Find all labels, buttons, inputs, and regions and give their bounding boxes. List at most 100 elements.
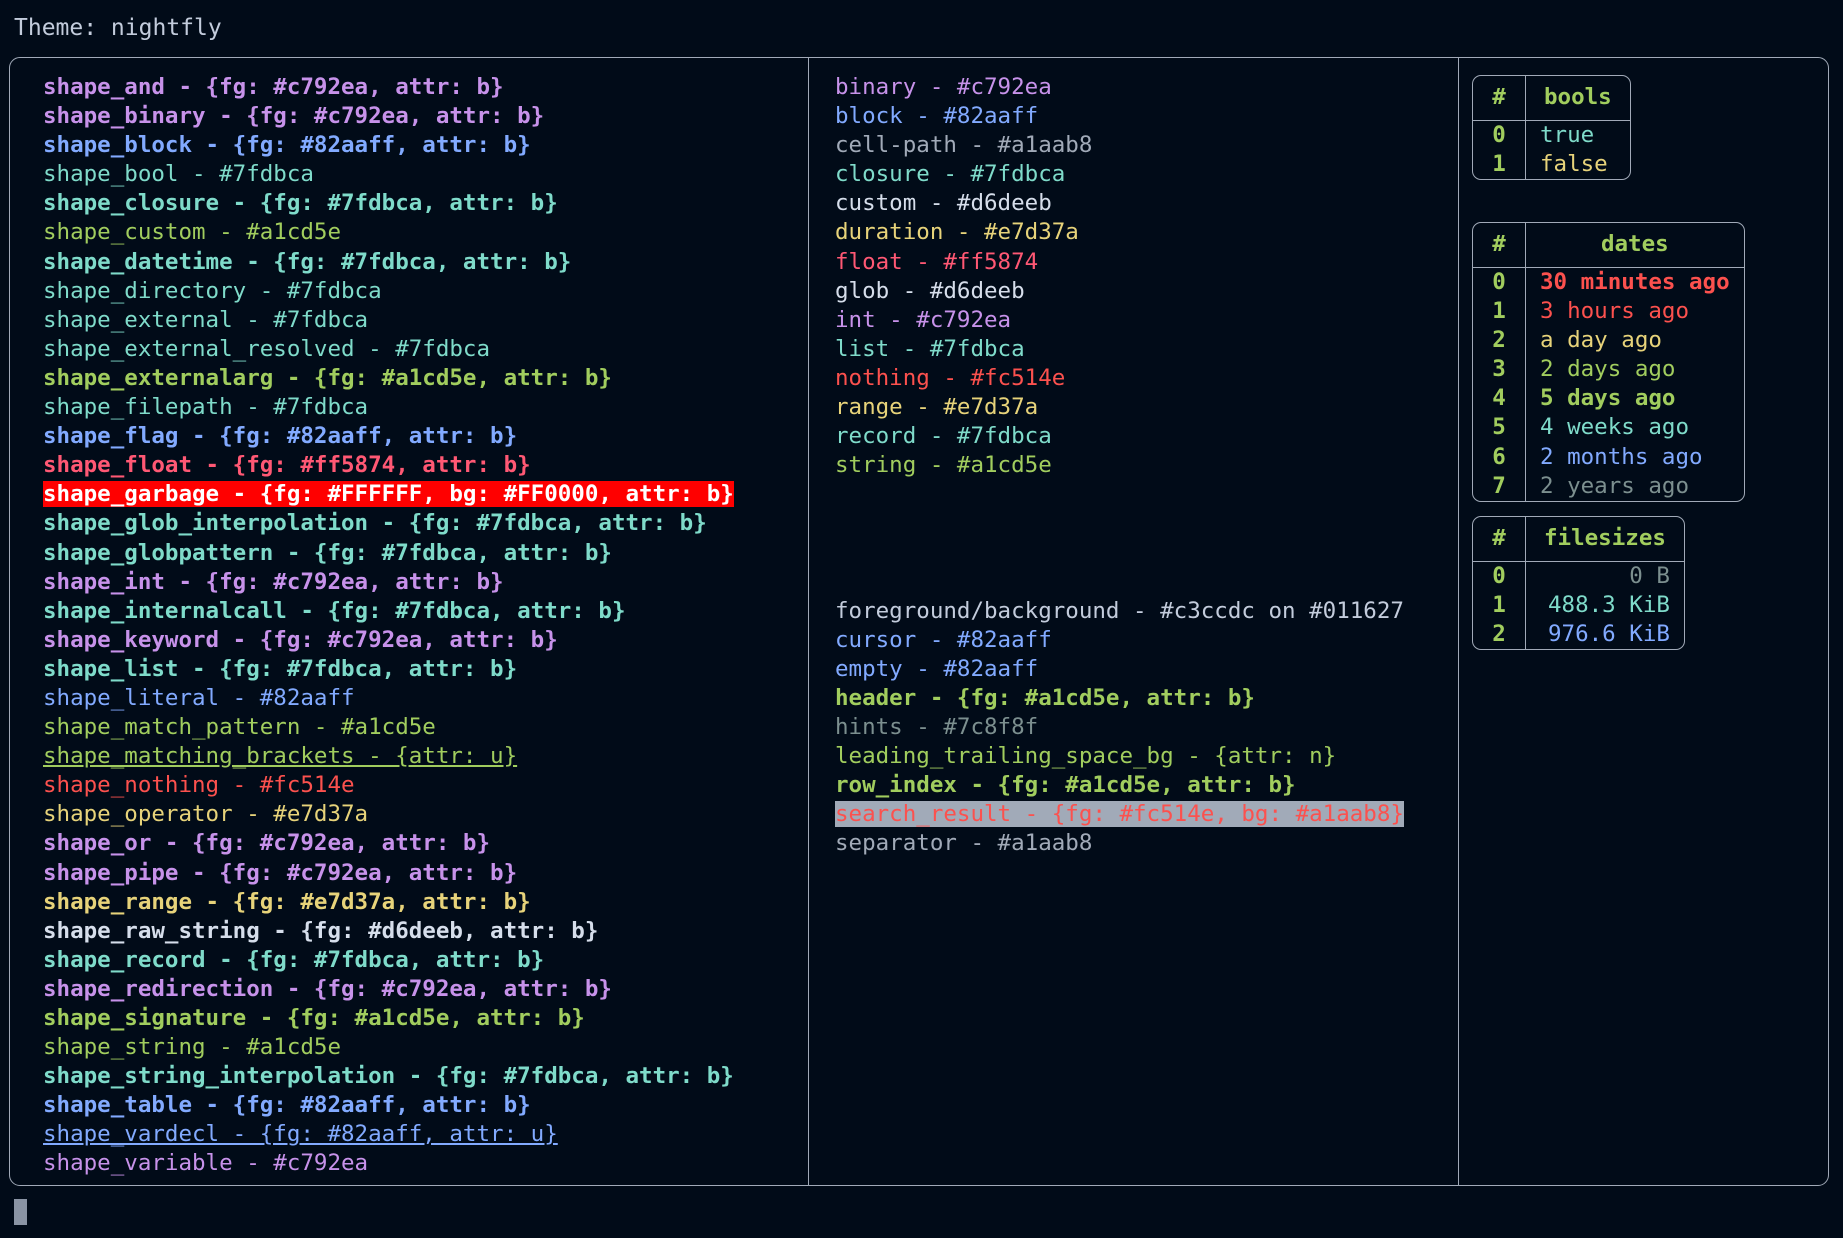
theme-entry-text: shape_flag - {fg: #82aaff, attr: b} xyxy=(43,423,517,449)
theme-entry-text: custom - #d6deeb xyxy=(835,190,1052,216)
theme-entry: shape_matching_brackets - {attr: u} xyxy=(43,742,734,771)
theme-entry-text: shape_and - {fg: #c792ea, attr: b} xyxy=(43,74,504,100)
theme-entry-text: shape_literal - #82aaff xyxy=(43,685,355,711)
theme-entry-text: list - #7fdbca xyxy=(835,336,1025,362)
theme-entry-text: shape_directory - #7fdbca xyxy=(43,278,382,304)
theme-entry-text: cursor - #82aaff xyxy=(835,627,1052,653)
theme-entry-text: duration - #e7d37a xyxy=(835,219,1079,245)
table-cell-value: a day ago xyxy=(1525,326,1744,355)
theme-entry: shape_glob_interpolation - {fg: #7fdbca,… xyxy=(43,509,734,538)
theme-entry: search_result - {fg: #fc514e, bg: #a1aab… xyxy=(835,800,1404,829)
theme-entry: shape_int - {fg: #c792ea, attr: b} xyxy=(43,568,734,597)
theme-entry-text: shape_signature - {fg: #a1cd5e, attr: b} xyxy=(43,1005,585,1031)
theme-entry: empty - #82aaff xyxy=(835,655,1404,684)
theme-entry-text: shape_raw_string - {fg: #d6deeb, attr: b… xyxy=(43,918,598,944)
theme-entry-text: int - #c792ea xyxy=(835,307,1011,333)
theme-entry: shape_external - #7fdbca xyxy=(43,306,734,335)
table-row: 32 days ago xyxy=(1473,355,1744,384)
theme-entry-text: shape_pipe - {fg: #c792ea, attr: b} xyxy=(43,860,517,886)
theme-entry: shape_string - #a1cd5e xyxy=(43,1033,734,1062)
theme-entry-text: string - #a1cd5e xyxy=(835,452,1052,478)
table-header-row: #dates xyxy=(1473,223,1744,267)
theme-entry-text: shape_custom - #a1cd5e xyxy=(43,219,341,245)
theme-entry: range - #e7d37a xyxy=(835,393,1404,422)
table-row-index: 2 xyxy=(1473,326,1525,355)
table-header-row: #bools xyxy=(1473,76,1630,120)
theme-entry: shape_operator - #e7d37a xyxy=(43,800,734,829)
theme-entry: shape_or - {fg: #c792ea, attr: b} xyxy=(43,829,734,858)
table-cell-value: true xyxy=(1525,120,1630,150)
theme-entry: shape_match_pattern - #a1cd5e xyxy=(43,713,734,742)
theme-entry-text: shape_garbage - {fg: #FFFFFF, bg: #FF000… xyxy=(43,481,734,507)
table-row-index: 0 xyxy=(1473,120,1525,150)
theme-entry: record - #7fdbca xyxy=(835,422,1404,451)
dates-table-wrapper: #dates030 minutes ago13 hours ago2a day … xyxy=(1472,222,1745,502)
column-divider-1 xyxy=(808,58,809,1185)
theme-entry: shape_redirection - {fg: #c792ea, attr: … xyxy=(43,975,734,1004)
theme-entry: block - #82aaff xyxy=(835,102,1404,131)
theme-entry-text: search_result - {fg: #fc514e, bg: #a1aab… xyxy=(835,801,1404,827)
table-cell-value: 5 days ago xyxy=(1525,384,1744,413)
theme-entry: row_index - {fg: #a1cd5e, attr: b} xyxy=(835,771,1404,800)
theme-entry-text: header - {fg: #a1cd5e, attr: b} xyxy=(835,685,1255,711)
theme-entry: shape_datetime - {fg: #7fdbca, attr: b} xyxy=(43,248,734,277)
theme-entry: cell-path - #a1aab8 xyxy=(835,131,1404,160)
theme-entry-text: shape_nothing - #fc514e xyxy=(43,772,355,798)
theme-entry: shape_closure - {fg: #7fdbca, attr: b} xyxy=(43,189,734,218)
table-row-index: 7 xyxy=(1473,472,1525,501)
theme-entry: shape_vardecl - {fg: #82aaff, attr: u} xyxy=(43,1120,734,1149)
table-cell-value: 0 B xyxy=(1525,561,1684,591)
table-value-header: bools xyxy=(1525,76,1630,120)
theme-entry-text: shape_variable - #c792ea xyxy=(43,1150,368,1176)
table-row: 1false xyxy=(1473,150,1630,179)
theme-entry: shape_externalarg - {fg: #a1cd5e, attr: … xyxy=(43,364,734,393)
table-row-index: 0 xyxy=(1473,267,1525,297)
theme-entry-text: shape_block - {fg: #82aaff, attr: b} xyxy=(43,132,531,158)
theme-entry-text: shape_record - {fg: #7fdbca, attr: b} xyxy=(43,947,544,973)
theme-entry: nothing - #fc514e xyxy=(835,364,1404,393)
theme-entry: cursor - #82aaff xyxy=(835,626,1404,655)
theme-entry-text: shape_redirection - {fg: #c792ea, attr: … xyxy=(43,976,612,1002)
shape-colors-column: shape_and - {fg: #c792ea, attr: b}shape_… xyxy=(43,73,734,1179)
theme-entry: shape_binary - {fg: #c792ea, attr: b} xyxy=(43,102,734,131)
theme-entry-text: separator - #a1aab8 xyxy=(835,830,1092,856)
theme-entry-text: range - #e7d37a xyxy=(835,394,1038,420)
table-row-index: 3 xyxy=(1473,355,1525,384)
theme-entry: int - #c792ea xyxy=(835,306,1404,335)
theme-entry: glob - #d6deeb xyxy=(835,277,1404,306)
table-index-header: # xyxy=(1473,76,1525,120)
bools-table-wrapper: #bools0true1false xyxy=(1472,75,1631,180)
theme-entry-text: row_index - {fg: #a1cd5e, attr: b} xyxy=(835,772,1296,798)
theme-entry: shape_internalcall - {fg: #7fdbca, attr:… xyxy=(43,597,734,626)
filesizes-table-wrapper: #filesizes00 B1488.3 KiB2976.6 KiB xyxy=(1472,516,1685,650)
table-index-header: # xyxy=(1473,517,1525,561)
table-index-header: # xyxy=(1473,223,1525,267)
theme-entry: shape_flag - {fg: #82aaff, attr: b} xyxy=(43,422,734,451)
theme-entry-text: shape_list - {fg: #7fdbca, attr: b} xyxy=(43,656,517,682)
theme-entry: shape_variable - #c792ea xyxy=(43,1149,734,1178)
theme-entry-text: cell-path - #a1aab8 xyxy=(835,132,1092,158)
theme-entry: shape_and - {fg: #c792ea, attr: b} xyxy=(43,73,734,102)
theme-entry-text: shape_bool - #7fdbca xyxy=(43,161,314,187)
table-cell-value: 2 months ago xyxy=(1525,443,1744,472)
theme-entry-text: nothing - #fc514e xyxy=(835,365,1065,391)
theme-entry: header - {fg: #a1cd5e, attr: b} xyxy=(835,684,1404,713)
theme-entry: leading_trailing_space_bg - {attr: n} xyxy=(835,742,1404,771)
table-cell-value: 30 minutes ago xyxy=(1525,267,1744,297)
theme-entry: shape_keyword - {fg: #c792ea, attr: b} xyxy=(43,626,734,655)
table-row: 62 months ago xyxy=(1473,443,1744,472)
theme-entry: shape_garbage - {fg: #FFFFFF, bg: #FF000… xyxy=(43,480,734,509)
table-header-row: #filesizes xyxy=(1473,517,1684,561)
theme-entry: shape_float - {fg: #ff5874, attr: b} xyxy=(43,451,734,480)
theme-entry-text: foreground/background - #c3ccdc on #0116… xyxy=(835,598,1404,624)
table-row: 2976.6 KiB xyxy=(1473,620,1684,649)
table-row: 030 minutes ago xyxy=(1473,267,1744,297)
theme-entry: separator - #a1aab8 xyxy=(835,829,1404,858)
table-value-header: filesizes xyxy=(1525,517,1684,561)
theme-entry: shape_nothing - #fc514e xyxy=(43,771,734,800)
theme-entry-text: shape_operator - #e7d37a xyxy=(43,801,368,827)
theme-entry: shape_string_interpolation - {fg: #7fdbc… xyxy=(43,1062,734,1091)
theme-entry: shape_filepath - #7fdbca xyxy=(43,393,734,422)
table-cell-value: 2 years ago xyxy=(1525,472,1744,501)
terminal-screen: Theme: nightfly shape_and - {fg: #c792ea… xyxy=(0,0,1843,1238)
